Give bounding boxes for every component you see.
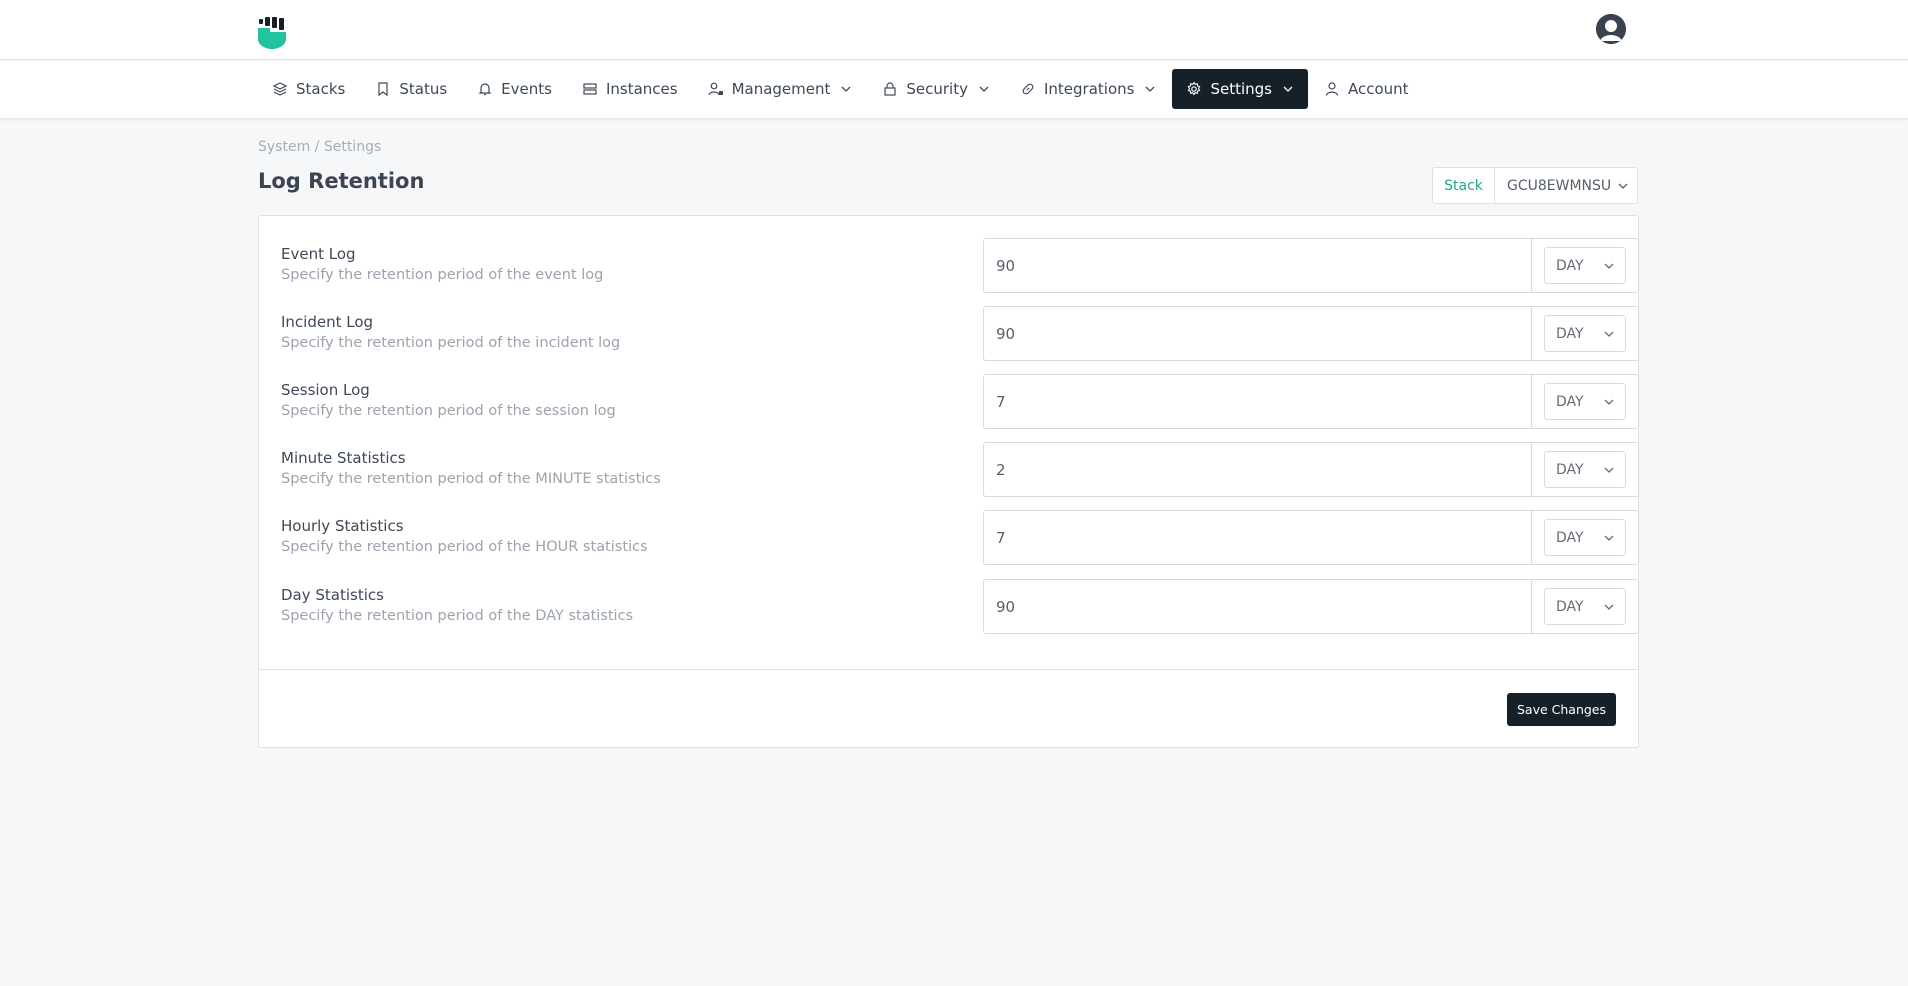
- retention-row-title: Minute Statistics: [281, 449, 406, 467]
- retention-row-description: Specify the retention period of the even…: [281, 267, 604, 283]
- user-icon: [1325, 82, 1339, 96]
- gear-icon: [1188, 81, 1201, 96]
- retention-row-description: Specify the retention period of the MINU…: [281, 471, 661, 487]
- nav-item-status[interactable]: Status: [361, 69, 461, 109]
- retention-unit-value: DAY: [1556, 393, 1584, 410]
- nav-item-label: Settings: [1210, 80, 1272, 98]
- retention-row: Session Log Specify the retention period …: [281, 374, 1639, 430]
- retention-value-input[interactable]: 2: [983, 442, 1531, 497]
- retention-unit-value: DAY: [1556, 257, 1584, 274]
- retention-row-title: Incident Log: [281, 313, 374, 331]
- nav-item-settings[interactable]: Settings: [1172, 69, 1308, 109]
- chevron-down-icon: [1604, 535, 1614, 541]
- stack-selector-label: Stack: [1433, 168, 1495, 203]
- retention-value-input[interactable]: 7: [983, 510, 1531, 565]
- nav-item-events[interactable]: Events: [463, 69, 566, 109]
- retention-settings-card: Event Log Specify the retention period of…: [258, 215, 1639, 748]
- retention-unit-value: DAY: [1556, 461, 1584, 478]
- retention-unit-container: DAY: [1531, 579, 1639, 634]
- retention-unit-container: DAY: [1531, 510, 1639, 565]
- retention-unit-container: DAY: [1531, 442, 1639, 497]
- retention-unit-select[interactable]: DAY: [1544, 588, 1626, 625]
- breadcrumb: System / Settings: [258, 139, 382, 155]
- retention-unit-select[interactable]: DAY: [1544, 383, 1626, 420]
- chevron-down-icon: [841, 86, 851, 92]
- nav-item-account[interactable]: Account: [1310, 69, 1423, 109]
- retention-row-description: Specify the retention period of the sess…: [281, 403, 616, 419]
- retention-row: Incident Log Specify the retention period…: [281, 306, 1639, 362]
- retention-unit-select[interactable]: DAY: [1544, 451, 1626, 488]
- main-nav: Stacks Status Events Instances Management Sec…: [0, 61, 1908, 119]
- link-icon: [1022, 83, 1034, 95]
- layers-icon: [272, 82, 288, 96]
- server-icon: [583, 83, 597, 95]
- nav-item-label: Status: [399, 80, 448, 98]
- save-changes-button[interactable]: Save Changes: [1507, 693, 1616, 726]
- nav-item-label: Events: [501, 80, 552, 98]
- retention-unit-value: DAY: [1556, 598, 1584, 615]
- retention-unit-container: DAY: [1531, 238, 1639, 293]
- retention-row-title: Hourly Statistics: [281, 517, 404, 535]
- retention-unit-select[interactable]: DAY: [1544, 519, 1626, 556]
- retention-row: Minute Statistics Specify the retention p…: [281, 442, 1639, 498]
- nav-item-label: Security: [906, 80, 968, 98]
- chevron-down-icon: [1604, 399, 1614, 405]
- retention-unit-container: DAY: [1531, 306, 1639, 361]
- chevron-down-icon: [1146, 86, 1155, 92]
- nav-item-label: Stacks: [296, 80, 346, 98]
- retention-value-input[interactable]: 90: [983, 238, 1531, 293]
- chevron-down-icon: [979, 86, 989, 92]
- card-divider: [259, 669, 1638, 670]
- nav-item-stacks[interactable]: Stacks: [258, 69, 359, 109]
- user-lock-icon: [707, 82, 723, 96]
- stack-selector-value-text: GCU8EWMNSU: [1507, 177, 1612, 194]
- chevron-down-icon: [1283, 86, 1293, 92]
- lock-icon: [884, 82, 896, 96]
- retention-row: Event Log Specify the retention period of…: [281, 238, 1639, 294]
- app-logo[interactable]: [257, 17, 287, 49]
- retention-value-input[interactable]: 90: [983, 579, 1531, 634]
- user-avatar[interactable]: [1596, 14, 1626, 44]
- retention-row-title: Day Statistics: [281, 586, 384, 604]
- nav-item-label: Account: [1348, 80, 1409, 98]
- retention-row-title: Session Log: [281, 381, 370, 399]
- nav-item-integrations[interactable]: Integrations: [1006, 69, 1170, 109]
- chevron-down-icon: [1604, 331, 1614, 337]
- retention-row-description: Specify the retention period of the HOUR…: [281, 539, 648, 555]
- nav-item-security[interactable]: Security: [868, 69, 1004, 109]
- retention-unit-value: DAY: [1556, 529, 1584, 546]
- retention-row-description: Specify the retention period of the inci…: [281, 335, 621, 351]
- bookmark-icon: [378, 82, 388, 97]
- nav-item-label: Integrations: [1044, 80, 1135, 98]
- chevron-down-icon: [1618, 183, 1628, 189]
- stack-selector-value[interactable]: GCU8EWMNSU: [1495, 168, 1637, 203]
- nav-item-management[interactable]: Management: [694, 69, 867, 109]
- retention-row-title: Event Log: [281, 245, 356, 263]
- retention-unit-value: DAY: [1556, 325, 1584, 342]
- retention-value-input[interactable]: 90: [983, 306, 1531, 361]
- retention-unit-select[interactable]: DAY: [1544, 315, 1626, 352]
- bell-icon: [478, 83, 492, 96]
- retention-row-description: Specify the retention period of the DAY …: [281, 608, 634, 624]
- retention-row: Hourly Statistics Specify the retention p…: [281, 510, 1639, 566]
- top-header: [0, 0, 1908, 60]
- chevron-down-icon: [1604, 263, 1614, 269]
- nav-item-label: Instances: [605, 80, 678, 98]
- nav-item-label: Management: [731, 80, 831, 98]
- page-title: Log Retention: [258, 169, 425, 193]
- retention-value-input[interactable]: 7: [983, 374, 1531, 429]
- retention-unit-select[interactable]: DAY: [1544, 247, 1626, 284]
- stack-selector[interactable]: Stack GCU8EWMNSU: [1432, 167, 1638, 204]
- chevron-down-icon: [1604, 467, 1614, 473]
- retention-row: Day Statistics Specify the retention peri…: [281, 579, 1639, 635]
- retention-unit-container: DAY: [1531, 374, 1639, 429]
- nav-item-instances[interactable]: Instances: [568, 69, 692, 109]
- chevron-down-icon: [1604, 604, 1614, 610]
